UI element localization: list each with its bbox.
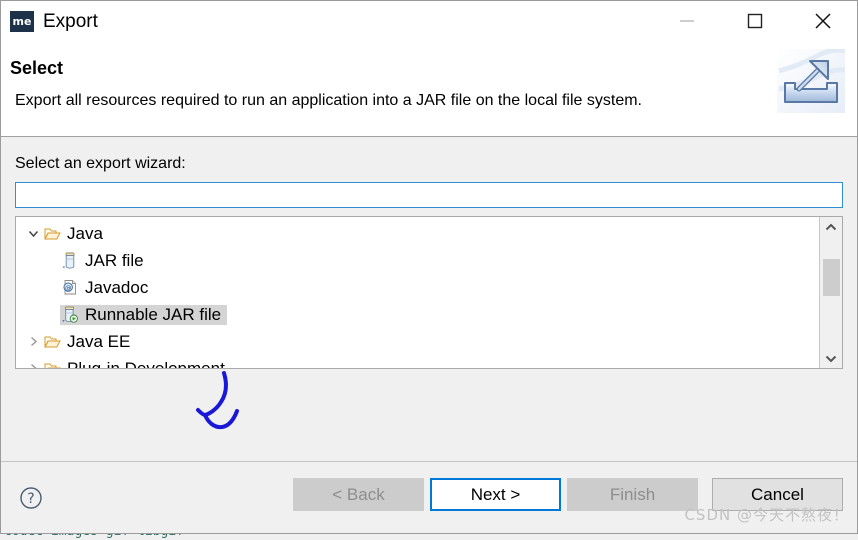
open-folder-icon: [42, 335, 62, 349]
background-strip-text: codec images gif-libgif: [4, 534, 184, 539]
svg-text:?: ?: [27, 491, 34, 507]
tree-item-java-ee[interactable]: Java EE: [16, 328, 819, 355]
page-description: Export all resources required to run an …: [15, 92, 642, 109]
open-folder-icon: [42, 362, 62, 368]
next-button[interactable]: Next >: [430, 478, 561, 511]
tree-item-jar-file[interactable]: JAR file: [16, 247, 819, 274]
dialog-body: Select an export wizard: Java JAR file @…: [1, 137, 857, 461]
tree-item-label: Java EE: [67, 331, 131, 351]
tree-item-runnable-jar-file[interactable]: Runnable JAR file: [16, 301, 819, 328]
close-icon: [815, 13, 831, 29]
tree-item-label: Java: [67, 223, 103, 243]
page-title: Select: [10, 58, 64, 78]
tree-item-selected-wrapper: Runnable JAR file: [60, 304, 228, 325]
title-bar-left: me Export: [1, 10, 98, 32]
tree-item-label: Javadoc: [85, 277, 149, 297]
dialog-footer: ? < Back Next > Finish Cancel CSDN @今天不熬…: [1, 461, 857, 533]
tree-item-label: Plug-in Development: [67, 358, 225, 369]
window-title: Export: [43, 10, 98, 32]
wizard-filter-input[interactable]: [15, 182, 843, 208]
export-wizard-icon: [777, 47, 846, 113]
help-icon[interactable]: ?: [19, 486, 43, 510]
scrollbar-thumb[interactable]: [823, 259, 840, 296]
minimize-icon: [680, 20, 694, 22]
svg-text:@: @: [65, 284, 72, 292]
back-button[interactable]: < Back: [293, 478, 424, 511]
dialog-header: Select Export all resources required to …: [1, 41, 857, 137]
title-bar: me Export: [1, 1, 857, 41]
tree-item-javadoc[interactable]: @ Javadoc: [16, 274, 819, 301]
finish-button[interactable]: Finish: [567, 478, 698, 511]
minimize-button[interactable]: [653, 1, 721, 41]
jar-file-icon: [60, 252, 80, 269]
runnable-jar-icon: [60, 306, 80, 323]
export-dialog: me Export Select Export all resources re…: [0, 0, 858, 534]
wizard-select-label: Select an export wizard:: [15, 155, 186, 172]
scroll-down-arrow[interactable]: [820, 348, 842, 368]
chevron-right-icon[interactable]: [24, 363, 42, 368]
tree-vertical-scrollbar[interactable]: [819, 217, 842, 368]
chevron-right-icon[interactable]: [24, 336, 42, 347]
csdn-watermark: CSDN @今天不熬夜！: [684, 506, 849, 524]
scroll-up-arrow[interactable]: [820, 217, 842, 237]
maximize-icon: [747, 13, 763, 29]
background-strip: codec images gif-libgif: [0, 534, 858, 540]
open-folder-icon: [42, 227, 62, 241]
window-controls: [653, 1, 857, 41]
maximize-button[interactable]: [721, 1, 789, 41]
wizard-tree-list: Java JAR file @ Javadoc Runnable JAR fil…: [16, 217, 819, 368]
tree-item-label: Runnable JAR file: [85, 304, 222, 324]
app-icon: me: [10, 10, 34, 32]
tree-item-java[interactable]: Java: [16, 220, 819, 247]
chevron-down-icon[interactable]: [24, 228, 42, 239]
javadoc-icon: @: [60, 279, 80, 296]
tree-item-plug-in-development[interactable]: Plug-in Development: [16, 355, 819, 368]
tree-item-label: JAR file: [85, 250, 144, 270]
blue-hand-drawn-arrow: [191, 369, 261, 449]
close-button[interactable]: [789, 1, 857, 41]
wizard-tree: Java JAR file @ Javadoc Runnable JAR fil…: [15, 216, 843, 369]
